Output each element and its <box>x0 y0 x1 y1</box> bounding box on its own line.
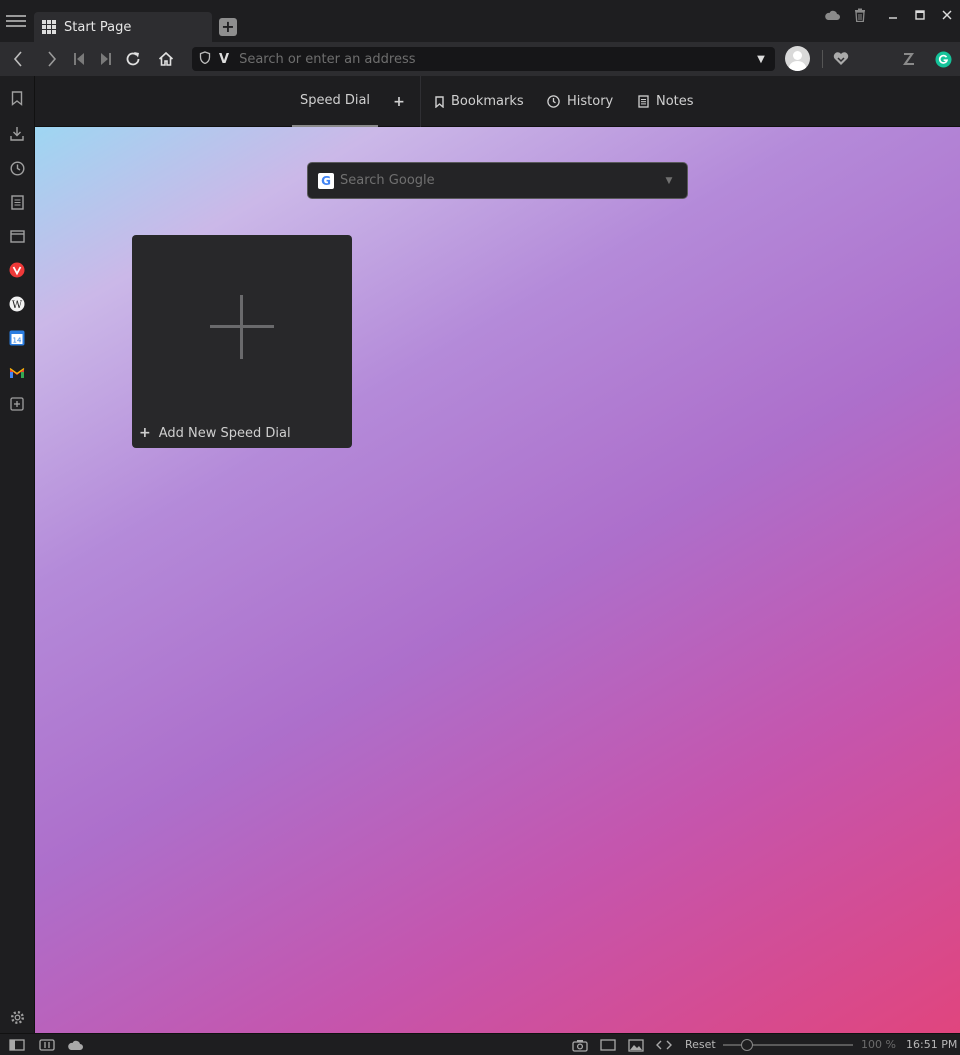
close-icon[interactable] <box>933 0 960 30</box>
header-divider <box>420 76 421 127</box>
grammarly-icon[interactable] <box>934 50 952 68</box>
clock[interactable]: 16:51 PM <box>906 1038 957 1051</box>
tab-bookmarks-label: Bookmarks <box>451 94 524 109</box>
tiling-icon[interactable] <box>39 1037 55 1053</box>
zoom-reset-button[interactable]: Reset <box>685 1038 716 1051</box>
clock-icon <box>547 95 560 108</box>
notes-panel-icon[interactable] <box>7 192 27 212</box>
extension-heart-icon[interactable] <box>832 50 850 68</box>
reload-icon[interactable] <box>119 42 146 76</box>
trash-icon[interactable] <box>846 0 873 30</box>
forward-icon[interactable] <box>38 42 65 76</box>
toolbar-divider <box>822 50 823 68</box>
main-menu-icon[interactable] <box>6 12 26 30</box>
side-panel: W 14 <box>0 76 35 1033</box>
tab-bar: Start Page + <box>0 0 960 42</box>
small-plus-icon: + <box>139 425 151 441</box>
panel-toggle-icon[interactable] <box>9 1037 25 1053</box>
start-page-navigation: Speed Dial + Bookmarks History Notes <box>35 76 960 127</box>
search-engine-dropdown-icon[interactable]: ▼ <box>659 176 679 186</box>
plus-icon: + <box>393 93 405 110</box>
zoom-level: 100 % <box>861 1038 896 1051</box>
rewind-icon[interactable] <box>65 42 92 76</box>
tab-start-page[interactable]: Start Page <box>34 12 212 42</box>
wikipedia-web-panel-icon[interactable]: W <box>7 294 27 314</box>
back-icon[interactable] <box>4 42 31 76</box>
vivaldi-web-panel-icon[interactable] <box>7 260 27 280</box>
sync-status-cloud-icon[interactable] <box>67 1037 83 1053</box>
history-panel-icon[interactable] <box>7 158 27 178</box>
tab-history-label: History <box>567 94 614 109</box>
search-input[interactable] <box>340 173 659 188</box>
fast-forward-icon[interactable] <box>92 42 119 76</box>
note-icon <box>638 95 649 108</box>
minimize-icon[interactable] <box>879 0 906 30</box>
home-icon[interactable] <box>152 42 179 76</box>
tile-window-icon[interactable] <box>600 1037 616 1053</box>
tab-notes[interactable]: Notes <box>638 76 694 127</box>
profile-avatar[interactable] <box>785 46 810 71</box>
speed-dial-grid-icon <box>42 20 56 34</box>
google-logo-icon: G <box>318 172 334 189</box>
google-search-field[interactable]: G ▼ <box>307 162 688 199</box>
page-actions-code-icon[interactable] <box>656 1037 672 1053</box>
shield-icon[interactable] <box>199 50 213 68</box>
svg-text:W: W <box>12 300 23 311</box>
window-panel-icon[interactable] <box>7 226 27 246</box>
status-bar: Reset 100 % 16:51 PM <box>0 1033 960 1055</box>
add-web-panel-icon[interactable] <box>7 394 27 414</box>
downloads-panel-icon[interactable] <box>7 123 27 143</box>
gmail-web-panel-icon[interactable] <box>7 362 27 382</box>
chevron-down-icon[interactable]: ▼ <box>753 54 769 65</box>
bookmarks-panel-icon[interactable] <box>7 88 27 108</box>
add-speed-dial-group-button[interactable]: + <box>390 76 408 127</box>
tab-speed-dial[interactable]: Speed Dial <box>292 76 378 127</box>
add-dial-label: Add New Speed Dial <box>158 425 291 441</box>
capture-camera-icon[interactable] <box>572 1037 588 1053</box>
address-toolbar: V ▼ <box>0 42 960 76</box>
zoom-slider-handle[interactable] <box>741 1039 753 1051</box>
settings-gear-icon[interactable] <box>7 1007 27 1027</box>
tab-bookmarks[interactable]: Bookmarks <box>435 76 524 127</box>
tab-title: Start Page <box>64 19 132 35</box>
calendar-web-panel-icon[interactable]: 14 <box>7 328 27 348</box>
maximize-icon[interactable] <box>906 0 933 30</box>
tab-speed-dial-label: Speed Dial <box>299 93 371 108</box>
zoom-slider[interactable] <box>723 1039 853 1051</box>
tab-notes-label: Notes <box>656 94 694 109</box>
vivaldi-logo-icon: V <box>219 51 230 67</box>
start-page-background: G ▼ + Add New Speed Dial <box>35 127 960 1033</box>
tab-history[interactable]: History <box>547 76 613 127</box>
sync-cloud-icon[interactable] <box>818 0 845 30</box>
add-speed-dial-tile[interactable]: + Add New Speed Dial <box>132 235 352 448</box>
new-tab-button[interactable]: + <box>219 18 237 36</box>
extension-z-icon[interactable] <box>900 50 918 68</box>
address-field[interactable]: V ▼ <box>192 47 775 71</box>
svg-text:14: 14 <box>13 337 22 345</box>
images-toggle-icon[interactable] <box>628 1037 644 1053</box>
bookmark-icon <box>435 95 444 108</box>
address-input[interactable] <box>239 51 753 67</box>
